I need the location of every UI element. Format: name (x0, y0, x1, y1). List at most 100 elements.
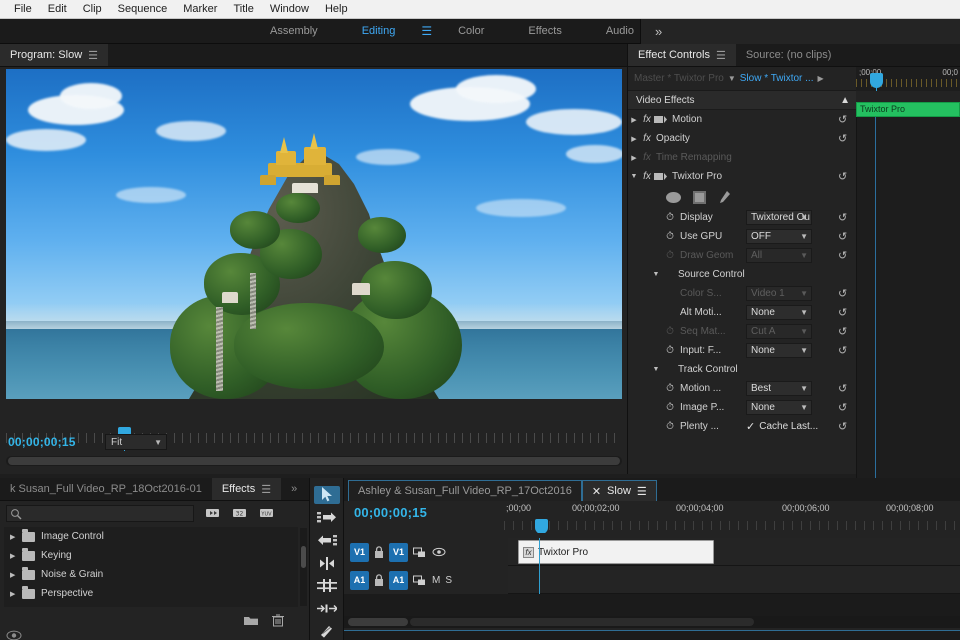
list-item[interactable]: ▶ Keying (4, 546, 298, 565)
scrollbar-thumb-left[interactable] (348, 618, 408, 626)
scrollbar-thumb[interactable] (301, 546, 306, 568)
chevron-right-icon[interactable]: ▶ (10, 533, 15, 541)
source-track-badge-v1[interactable]: V1 (350, 543, 369, 562)
hamburger-icon[interactable]: ☰ (261, 483, 271, 496)
reset-icon[interactable]: ↺ (838, 230, 847, 243)
program-video-frame[interactable] (6, 69, 622, 399)
hamburger-icon[interactable]: ☰ (637, 485, 647, 498)
lock-icon[interactable] (374, 574, 384, 587)
program-timecode[interactable]: 00;00;00;15 (8, 435, 76, 449)
stopwatch-icon[interactable]: ⏱ (662, 345, 678, 356)
reset-icon[interactable]: ↺ (838, 211, 847, 224)
workspace-tab-effects[interactable]: Effects (506, 19, 583, 43)
rolling-edit-tool[interactable] (314, 577, 340, 595)
track-body-a1[interactable] (508, 566, 960, 594)
pen-mask-icon[interactable] (718, 190, 731, 204)
chevron-down-icon[interactable]: ▼ (650, 366, 662, 373)
reset-icon[interactable]: ↺ (838, 420, 847, 433)
rate-stretch-tool[interactable] (314, 600, 340, 618)
menu-item-title[interactable]: Title (225, 0, 261, 18)
stopwatch-icon[interactable]: ⏱ (662, 212, 678, 223)
timeline-horizontal-scrollbar[interactable] (344, 616, 960, 628)
timeline-clip[interactable]: fx Twixtor Pro (518, 540, 714, 564)
search-input[interactable] (6, 505, 194, 522)
scrollbar-thumb[interactable] (8, 457, 620, 465)
effects-folder-list[interactable]: ▶ Image Control ▶ Keying ▶ Noise & Grain… (4, 527, 298, 607)
param-checkbox-group[interactable]: ✓ Cache Last... (746, 420, 818, 433)
chevron-right-icon[interactable]: ▶ (10, 552, 15, 560)
list-item[interactable]: ▶ Image Control (4, 527, 298, 546)
tab-sequence-full-video[interactable]: Ashley & Susan_Full Video_RP_17Oct2016 (348, 480, 582, 501)
reset-icon[interactable]: ↺ (838, 306, 847, 319)
reset-icon[interactable]: ↺ (838, 249, 847, 262)
chevron-right-icon[interactable]: ▶ (628, 135, 640, 143)
target-track-badge-v1[interactable]: V1 (389, 543, 408, 562)
tab-effects[interactable]: Effects ☰ (212, 478, 281, 500)
workspace-overflow-button[interactable]: » (640, 19, 960, 44)
chevron-right-icon[interactable]: ▶ (628, 116, 640, 124)
param-section-source-control[interactable]: ▼ Source Control (628, 265, 856, 284)
effect-controls-mini-timeline[interactable]: ;00;00 00;0 (856, 67, 960, 91)
tab-source-monitor[interactable]: Source: (no clips) (736, 44, 842, 66)
menu-item-clip[interactable]: Clip (75, 0, 110, 18)
workspace-tab-color[interactable]: Color (436, 19, 506, 43)
reset-icon[interactable]: ↺ (838, 344, 847, 357)
close-icon[interactable]: ✕ (592, 485, 601, 498)
track-body-v1[interactable]: fx Twixtor Pro (508, 538, 960, 566)
chevron-right-icon[interactable]: ▶ (10, 571, 15, 579)
eye-icon[interactable] (432, 547, 446, 557)
reset-icon[interactable]: ↺ (838, 287, 847, 300)
breadcrumb-clip[interactable]: Slow * Twixtor ... (740, 73, 814, 84)
ellipse-mask-icon[interactable] (666, 192, 681, 203)
timeline-ruler[interactable]: ;00;00 00;00;02;00 00;00;04;00 00;00;06;… (504, 501, 960, 533)
menu-item-marker[interactable]: Marker (175, 0, 225, 18)
effect-row-opacity[interactable]: ▶ fx Opacity ↺ (628, 129, 856, 148)
delete-icon[interactable] (272, 614, 284, 627)
track-select-forward-tool[interactable] (314, 509, 340, 527)
sync-lock-icon[interactable] (413, 547, 427, 558)
chevron-right-icon[interactable]: ▶ (628, 154, 640, 162)
solo-track-button[interactable]: S (445, 575, 452, 586)
new-custom-bin-icon[interactable] (244, 615, 258, 626)
param-row-use-gpu[interactable]: ⏱ Use GPU OFF ▼ ↺ (628, 227, 856, 246)
stopwatch-icon[interactable]: ⏱ (662, 402, 678, 413)
tab-effect-controls[interactable]: Effect Controls ☰ (628, 44, 736, 66)
track-select-backward-tool[interactable] (314, 531, 340, 549)
tab-sequence-slow[interactable]: ✕ Slow ☰ (582, 480, 657, 501)
chevron-up-icon[interactable]: ▲ (840, 95, 850, 106)
lock-icon[interactable] (374, 546, 384, 559)
menu-item-edit[interactable]: Edit (40, 0, 75, 18)
browser-scrollbar[interactable] (300, 528, 307, 606)
hamburger-icon[interactable]: ☰ (88, 49, 98, 62)
param-row-alt-motion[interactable]: Alt Moti... None ▼ ↺ (628, 303, 856, 322)
list-item[interactable]: ▶ Noise & Grain (4, 565, 298, 584)
accelerated-effects-icon[interactable] (206, 507, 221, 519)
32bit-color-icon[interactable]: 32 (233, 507, 248, 519)
param-value-dropdown[interactable]: Twixtored Ou ▼ (746, 210, 812, 225)
eye-icon[interactable] (6, 630, 22, 640)
zoom-level-dropdown[interactable]: Fit ▼ (105, 434, 167, 450)
chevron-down-icon[interactable]: ▼ (728, 74, 736, 83)
param-row-cache[interactable]: ⏱ Plenty ... ✓ Cache Last... ↺ (628, 417, 856, 436)
rectangle-mask-icon[interactable] (693, 191, 706, 204)
effect-controls-keyframe-area[interactable] (856, 117, 960, 492)
param-value-dropdown[interactable]: Best ▼ (746, 381, 812, 396)
list-item[interactable]: ▶ Perspective (4, 584, 298, 603)
ycbcr-icon[interactable]: YUV (260, 507, 275, 519)
tab-project[interactable]: k Susan_Full Video_RP_18Oct2016-01 (0, 478, 212, 500)
reset-icon[interactable]: ↺ (838, 382, 847, 395)
timeline-timecode[interactable]: 00;00;00;15 (354, 505, 427, 520)
effect-row-time-remapping[interactable]: ▶ fx Time Remapping (628, 148, 856, 167)
reset-icon[interactable]: ↺ (838, 325, 847, 338)
program-monitor-ruler[interactable] (6, 425, 622, 451)
mute-track-button[interactable]: M (432, 575, 440, 586)
chevron-right-icon[interactable]: ▶ (10, 590, 15, 598)
param-row-input-frame[interactable]: ⏱ Input: F... None ▼ ↺ (628, 341, 856, 360)
selection-tool[interactable] (314, 486, 340, 504)
scrollbar-thumb[interactable] (410, 618, 754, 626)
param-value-dropdown[interactable]: None ▼ (746, 305, 812, 320)
stopwatch-icon[interactable]: ⏱ (662, 383, 678, 394)
browser-overflow-button[interactable]: » (281, 478, 307, 500)
menu-item-help[interactable]: Help (317, 0, 356, 18)
workspace-tab-assembly[interactable]: Assembly (248, 19, 340, 43)
